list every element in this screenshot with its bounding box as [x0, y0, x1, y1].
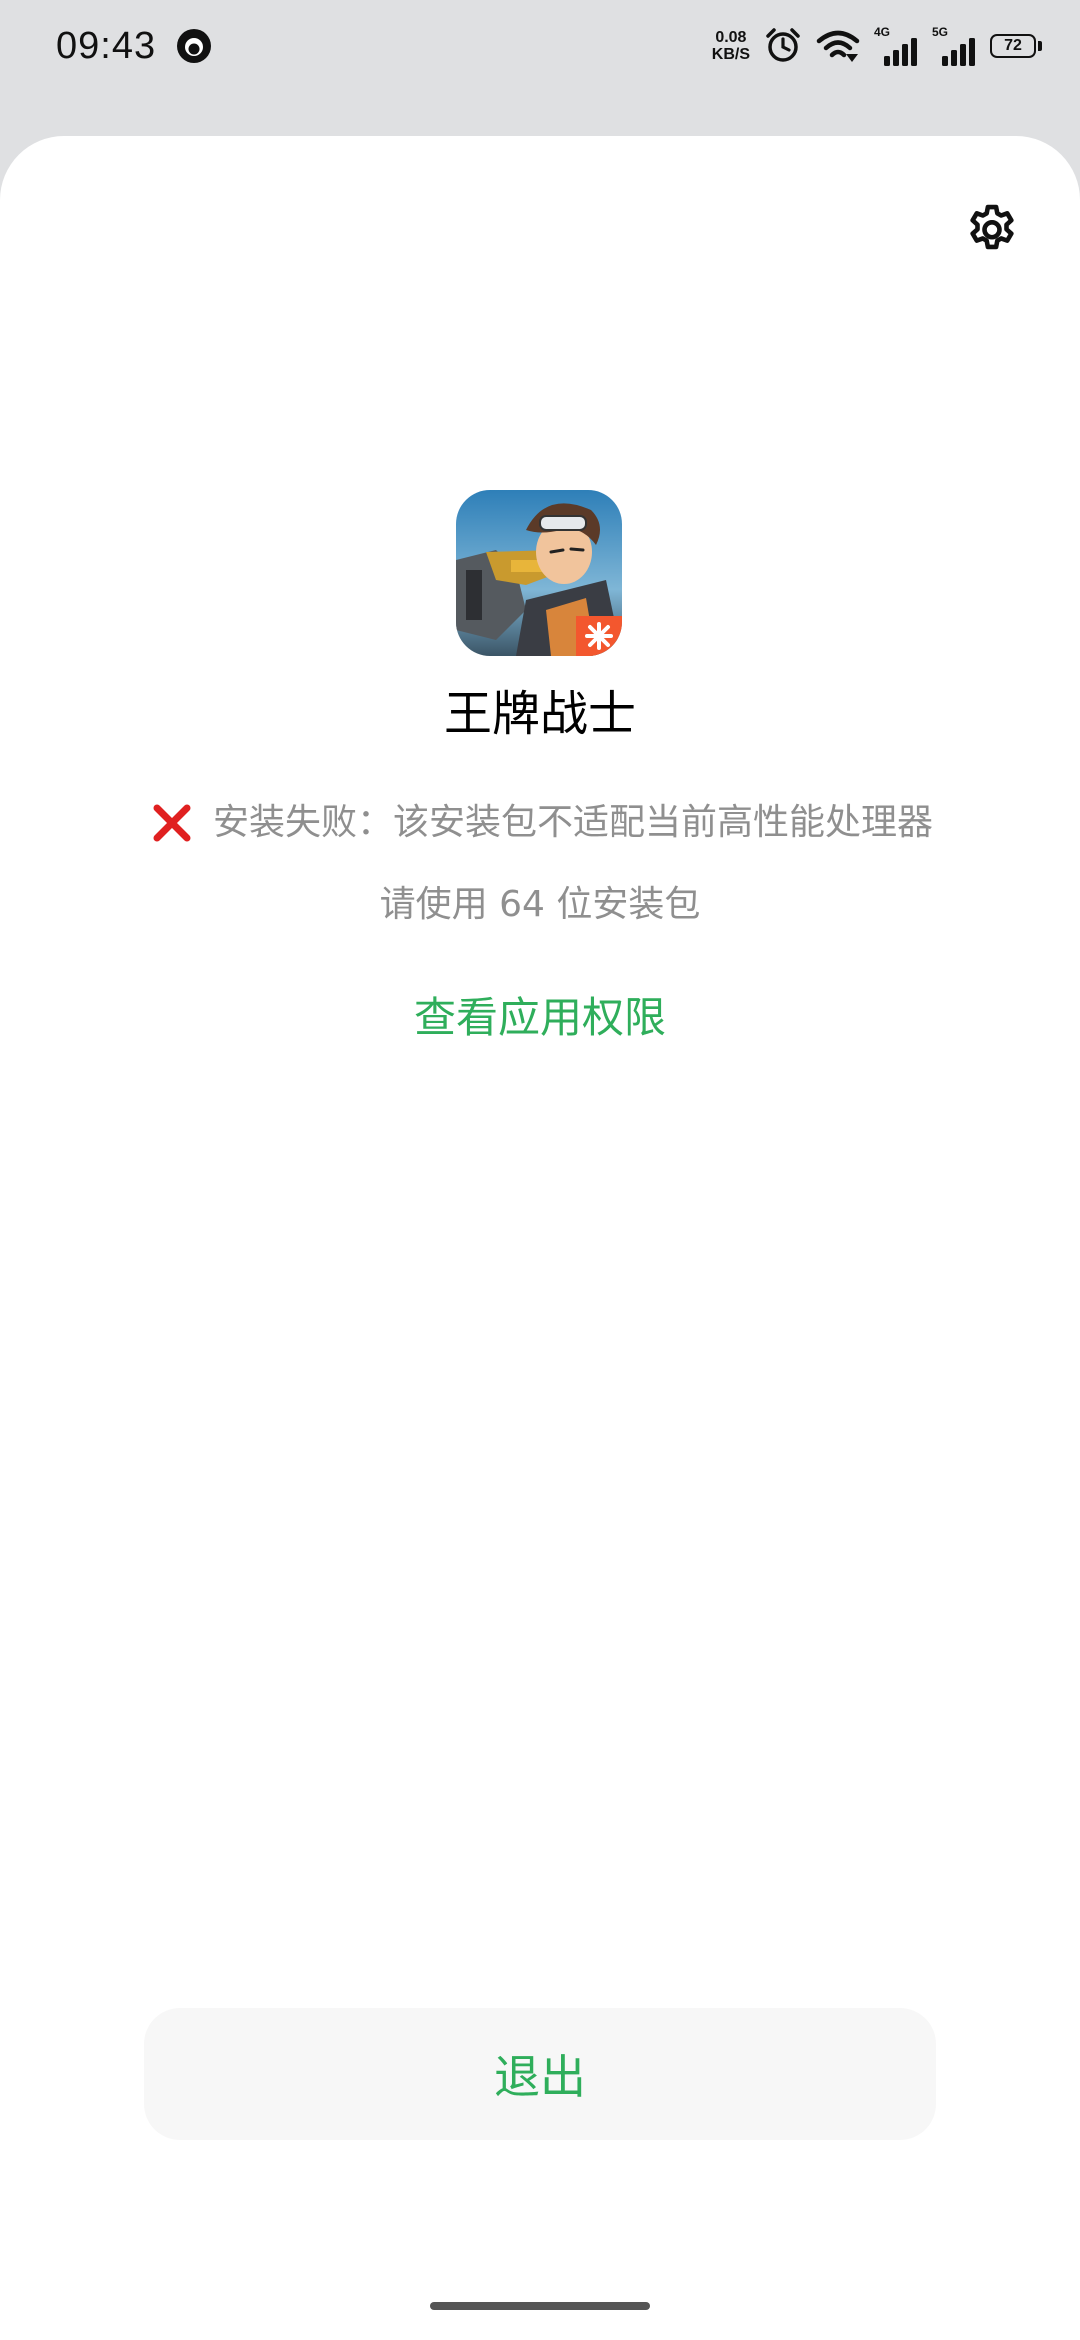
battery-level: 72 [990, 34, 1036, 58]
install-error: 安装失败：该安装包不适配当前高性能处理器 [0, 798, 1080, 848]
app-name: 王牌战士 [443, 686, 636, 742]
app-icon [456, 490, 622, 656]
gear-icon [970, 204, 1014, 250]
net-speed-unit: KB/S [711, 46, 750, 63]
status-time: 09:43 [56, 25, 157, 67]
signal-icon [942, 38, 975, 66]
view-permissions-link[interactable]: 查看应用权限 [340, 988, 740, 1048]
exit-button[interactable]: 退出 [144, 2008, 936, 2140]
app-notification-icon [177, 29, 211, 63]
error-message: 安装失败：该安装包不适配当前高性能处理器 [212, 802, 933, 843]
status-bar: 09:43 0.08 KB/S 4G 5G 72 [0, 0, 1080, 136]
settings-button[interactable] [960, 198, 1024, 262]
net-speed: 0.08 KB/S [712, 29, 750, 63]
signal-4g: 4G [874, 26, 918, 66]
home-indicator[interactable] [430, 2302, 650, 2310]
install-hint: 请使用 64 位安装包 [379, 884, 701, 925]
battery-cap [1038, 41, 1042, 51]
network-type-1: 4G [874, 25, 891, 39]
battery-icon: 72 [990, 32, 1044, 60]
red-x-icon [147, 798, 197, 848]
net-speed-value: 0.08 [715, 29, 747, 46]
alarm-icon [766, 28, 800, 62]
signal-5g: 5G [932, 26, 976, 66]
install-result-sheet: 王牌战士 安装失败：该安装包不适配当前高性能处理器 请使用 64 位安装包 查看… [0, 136, 1080, 2340]
status-icons: 0.08 KB/S 4G 5G 72 [712, 24, 1044, 68]
network-type-2: 5G [932, 25, 949, 39]
wifi-icon [816, 30, 860, 62]
signal-icon [884, 38, 917, 66]
